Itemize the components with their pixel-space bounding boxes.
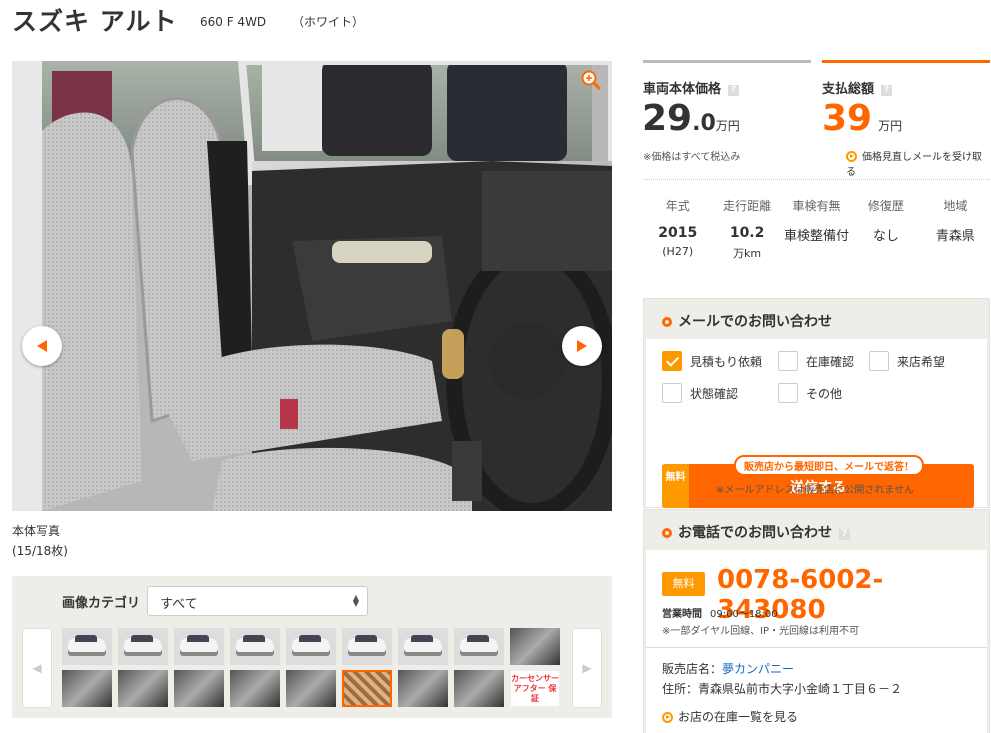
phone-note: ※一部ダイヤル回線、IP・光回線は利用不可 (662, 626, 860, 637)
thumbnail[interactable] (454, 670, 504, 707)
tax-note: ※価格はすべて税込み (643, 152, 741, 163)
prev-photo-button[interactable] (22, 326, 62, 366)
main-photo[interactable] (12, 61, 612, 511)
category-value: すべて (160, 597, 198, 612)
chevron-right-icon: ▶ (582, 661, 592, 675)
zoom-icon[interactable] (580, 69, 602, 91)
thumbnail[interactable] (342, 628, 392, 665)
checkbox-checked-icon[interactable] (662, 351, 682, 371)
total-price-label: 支払総額? (822, 78, 893, 97)
arrow-left-icon (37, 340, 47, 352)
spec-repair-history: 修復歴 なし (867, 199, 904, 244)
checkbox-icon[interactable] (662, 383, 682, 403)
arrow-right-icon (577, 340, 587, 352)
chevron-left-icon: ◀ (32, 661, 42, 675)
option-visit[interactable]: 来店希望 (869, 351, 945, 371)
free-badge: 無料 (662, 464, 689, 508)
help-icon[interactable]: ? (881, 85, 893, 96)
phone-inquiry-box: お電話でのお問い合わせ? 無料 0078-6002-343080 営業時間 09:… (643, 509, 990, 733)
phone-inquiry-heading: お電話でのお問い合わせ? (644, 510, 989, 550)
select-caret-icon: ▲ ▼ (352, 593, 359, 608)
shop-name: 販売店名：夢カンパニー (662, 662, 795, 676)
spec-inspection: 車検有無 車検整備付 (784, 199, 850, 244)
bullet-icon (662, 528, 672, 538)
thumbnail[interactable] (174, 670, 224, 707)
thumbnail-grid: カーセンサー アフター 保証 (62, 628, 565, 707)
thumbnail[interactable] (230, 670, 280, 707)
thumbnail[interactable] (62, 628, 112, 665)
mail-inquiry-box: メールでのお問い合わせ 見積もり依頼 在庫確認 来店希望 状態確認 その他 無料… (643, 298, 990, 508)
price-alert-link[interactable]: 価格見直しメールを受け取る (846, 148, 990, 178)
checkbox-icon[interactable] (869, 351, 889, 371)
privacy-note: ※メールアドレスは販売店に公開されません (716, 485, 915, 496)
thumbnail[interactable] (230, 628, 280, 665)
play-circle-icon (846, 151, 857, 162)
thumbnail-panel: 画像カテゴリ すべて ▲ ▼ ◀ カーセンサー アフター 保証 ▶ (12, 576, 612, 718)
thumbnail[interactable] (454, 628, 504, 665)
spec-mileage: 走行距離 10.2 万km (723, 199, 772, 260)
spec-year: 年式 2015 (H27) (658, 199, 698, 258)
free-badge: 無料 (662, 572, 705, 596)
shop-address: 販売店名：住所：青森県弘前市大字小金崎１丁目６－２ (662, 682, 903, 696)
checkbox-icon[interactable] (778, 351, 798, 371)
thumbnail[interactable] (510, 628, 560, 665)
body-price: 29.0万円 (642, 98, 740, 139)
divider (643, 179, 990, 180)
category-label: 画像カテゴリ (62, 596, 141, 611)
total-price-tab (822, 60, 990, 63)
after-warranty-logo[interactable]: カーセンサー アフター 保証 (510, 670, 560, 707)
body-price-label: 車両本体価格? (643, 78, 740, 97)
body-price-tab (643, 60, 811, 63)
help-icon[interactable]: ? (839, 529, 850, 540)
thumbnail[interactable] (118, 670, 168, 707)
play-circle-icon (662, 712, 673, 723)
mail-inquiry-heading: メールでのお問い合わせ (644, 299, 989, 339)
phone-inquiry-body: 無料 0078-6002-343080 営業時間 09:00〜18:00 ※一部ダ… (646, 550, 987, 733)
thumbnail[interactable] (398, 670, 448, 707)
car-title: スズキ アルト (12, 7, 178, 36)
spec-table: 年式 2015 (H27) 走行距離 10.2 万km 車検有無 車検整備付 修復歴 なし … (643, 197, 990, 261)
category-select[interactable]: すべて ▲ ▼ (147, 586, 368, 616)
car-color: （ホワイト） (292, 15, 365, 29)
option-stock[interactable]: 在庫確認 (778, 351, 854, 371)
reply-tip: 販売店から最短即日、メールで返答！ (734, 455, 924, 476)
option-condition[interactable]: 状態確認 (662, 383, 738, 403)
car-subtitle: 660 F 4WD （ホワイト） (200, 13, 364, 30)
thumbnail-prev-button[interactable]: ◀ (22, 628, 52, 708)
thumbnail[interactable] (286, 670, 336, 707)
thumbnail[interactable] (286, 628, 336, 665)
bullet-icon (662, 317, 672, 327)
thumbnail[interactable] (174, 628, 224, 665)
option-other[interactable]: その他 (778, 383, 842, 403)
total-price: 39 万円 (822, 98, 903, 139)
thumbnail[interactable] (118, 628, 168, 665)
thumbnail[interactable] (398, 628, 448, 665)
help-icon[interactable]: ? (728, 85, 740, 96)
shop-stock-link[interactable]: お店の在庫一覧を見る (662, 708, 798, 725)
photo-counter: (15/18枚) (12, 544, 68, 558)
spec-region: 地域 青森県 (935, 199, 975, 244)
mail-inquiry-body: 見積もり依頼 在庫確認 来店希望 状態確認 その他 無料 送信する 販売店から最短… (646, 339, 987, 508)
checkbox-icon[interactable] (778, 383, 798, 403)
car-grade: 660 F 4WD (200, 15, 267, 29)
photo-caption-label: 本体写真 (12, 524, 61, 538)
thumbnail[interactable] (62, 670, 112, 707)
divider (646, 647, 987, 648)
business-hours: 営業時間 09:00〜18:00 (662, 609, 778, 620)
option-estimate[interactable]: 見積もり依頼 (662, 351, 762, 371)
thumbnail-selected[interactable] (342, 670, 392, 707)
thumbnail-next-button[interactable]: ▶ (572, 628, 602, 708)
car-interior-photo (12, 61, 612, 511)
photo-caption: 本体写真 (15/18枚) (12, 521, 68, 561)
shop-name-link[interactable]: 夢カンパニー (722, 662, 794, 676)
next-photo-button[interactable] (562, 326, 602, 366)
